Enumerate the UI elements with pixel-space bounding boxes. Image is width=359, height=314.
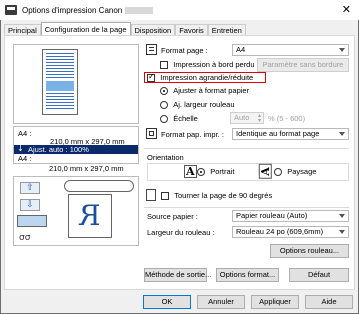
feed-down-icon: ⇩	[20, 199, 40, 211]
output-page-r-icon: R	[68, 194, 112, 238]
rotate-checkbox[interactable]	[161, 191, 169, 200]
printer-paper-select[interactable]: Identique au format page	[232, 128, 349, 140]
scale-label: Échelle	[173, 114, 198, 123]
roll-paper-icon	[64, 180, 134, 192]
divider	[144, 207, 349, 208]
spinner-arrows-icon: ▴ ▾	[257, 112, 261, 124]
printer-paper-icon	[146, 128, 157, 139]
orientation-group	[147, 163, 349, 181]
preview-page	[42, 49, 78, 115]
portrait-option[interactable]: Portrait	[197, 167, 234, 176]
printer-paper-value: Identique au format page	[236, 129, 320, 138]
scaled-print-label: Impression agrandie/réduite	[160, 73, 254, 82]
auto-adjust-bar: ↓ Ajust. auto : 100%	[14, 144, 138, 154]
page-size-select[interactable]: A4	[232, 44, 349, 56]
output-method-button[interactable]: Méthode de sortie...	[144, 268, 211, 282]
page-size-icon	[146, 44, 157, 55]
tab-page-setup[interactable]: Configuration de la page	[40, 22, 131, 36]
feed-up-icon: ⇧	[20, 182, 40, 194]
printer-icon	[5, 5, 17, 15]
page-size-value: A4	[236, 45, 246, 54]
borderless-label: Impression à bord perdu	[173, 60, 255, 69]
auto-adjust-value: Ajust. auto : 100%	[28, 145, 89, 154]
portrait-label: Portrait	[210, 167, 235, 176]
paper-source-label: Source papier :	[147, 212, 198, 221]
preview-image-block	[46, 81, 74, 91]
landscape-label: Paysage	[287, 167, 317, 176]
landscape-icon: A	[258, 164, 272, 179]
roll-spools-icon: σσ	[19, 233, 31, 243]
landscape-option[interactable]: Paysage	[274, 167, 316, 176]
output-size-label: A4 :	[18, 154, 32, 163]
page-size-label: Format page :	[161, 46, 208, 55]
format-options-button[interactable]: Options format...	[216, 268, 279, 282]
roll-width-value: Rouleau 24 po (609,6mm)	[236, 227, 324, 236]
fit-paper-label: Ajuster à format papier	[173, 86, 250, 95]
fit-roll-label: Aj. largeur rouleau	[173, 100, 235, 109]
window-title: Options d'impression Canon	[22, 5, 123, 15]
rotate-row: Tourner la page de 90 degrés	[161, 191, 272, 200]
scale-value: Auto	[234, 113, 250, 122]
close-icon[interactable]: ✕	[342, 3, 351, 16]
chevron-down-icon	[339, 214, 345, 218]
ok-button[interactable]: OK	[143, 295, 191, 309]
apply-button[interactable]: Appliquer	[251, 295, 299, 309]
preview-text-lines	[46, 53, 74, 79]
arrow-down-icon: ↓	[17, 144, 24, 153]
chevron-down-icon	[339, 48, 345, 52]
borderless-checkbox[interactable]	[160, 60, 168, 69]
chevron-down-icon	[339, 230, 345, 234]
rotate-label: Tourner la page de 90 degrés	[174, 191, 273, 200]
tab-bar: Principal Configuration de la page Dispo…	[4, 22, 246, 36]
rotate-page-icon	[146, 189, 156, 201]
print-preview-graphic: ⇧ ⇩ R σσ	[13, 176, 139, 246]
output-size-value: 210,0 mm x 297,0 mm	[49, 164, 124, 173]
printer-model-redacted	[125, 6, 154, 14]
title-bar: Options d'impression Canon ✕	[0, 0, 359, 20]
paper-size-label: A4 :	[18, 129, 32, 138]
fit-roll-radio[interactable]	[160, 100, 168, 109]
fit-roll-option[interactable]: Aj. largeur rouleau	[160, 100, 235, 109]
roll-width-label: Largeur du rouleau :	[147, 228, 215, 237]
chevron-down-icon	[339, 132, 345, 136]
cancel-button[interactable]: Annuler	[197, 295, 245, 309]
roll-options-button[interactable]: Options rouleau...	[270, 244, 349, 258]
scaled-print-checkbox[interactable]	[147, 72, 155, 82]
fit-paper-radio[interactable]	[160, 86, 168, 95]
orientation-label: Orientation	[147, 153, 184, 162]
portrait-icon: A	[184, 165, 197, 178]
scaled-print-row: Impression agrandie/réduite	[147, 72, 254, 82]
scale-option[interactable]: Échelle	[160, 114, 198, 123]
roll-width-select[interactable]: Rouleau 24 po (609,6mm)	[232, 226, 349, 238]
divider	[144, 148, 349, 149]
portrait-radio[interactable]	[197, 167, 205, 176]
defaults-button[interactable]: Défaut	[289, 268, 349, 282]
page-preview	[13, 44, 139, 124]
printer-tray-icon	[17, 215, 47, 227]
help-button[interactable]: Aide	[305, 295, 353, 309]
preview-text-lines-2	[46, 93, 74, 111]
scale-spinner[interactable]: Auto ▴ ▾	[230, 112, 264, 124]
borderless-settings-button[interactable]: Paramètre sans bordure	[257, 58, 349, 72]
landscape-radio[interactable]	[274, 167, 282, 176]
fit-paper-option[interactable]: Ajuster à format papier	[160, 86, 249, 95]
paper-info: A4 : 210,0 mm x 297,0 mm ↓ Ajust. auto :…	[13, 126, 139, 164]
paper-source-select[interactable]: Papier rouleau (Auto)	[232, 210, 349, 222]
scale-radio[interactable]	[160, 114, 168, 123]
paper-source-value: Papier rouleau (Auto)	[236, 211, 308, 220]
scale-range: % (5 - 600)	[268, 114, 306, 123]
borderless-row: Impression à bord perdu	[160, 60, 255, 69]
printer-paper-label: Format pap. impr. :	[161, 130, 224, 139]
